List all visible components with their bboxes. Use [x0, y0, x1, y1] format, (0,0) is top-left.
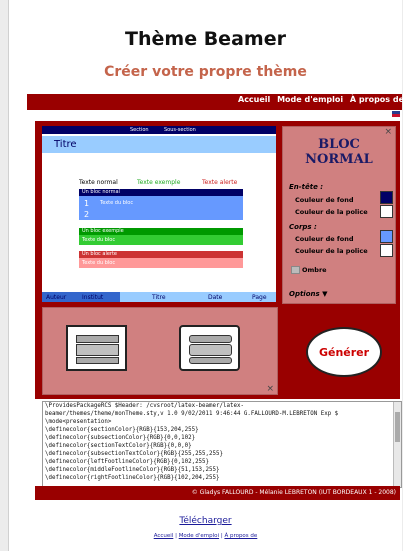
nav-bar: Accueil Mode d'emploi À propos de	[27, 94, 403, 110]
corps-bg-label: Couleur de fond	[295, 235, 354, 243]
preview-subsection: Sous-section	[164, 127, 196, 133]
preview-footline[interactable]: Auteur Institut Titre Date Page	[42, 292, 276, 302]
footline-page: Page	[252, 294, 267, 301]
entete-bg-label: Couleur de fond	[295, 196, 354, 204]
page-title: Thème Beamer	[125, 28, 286, 50]
code-line: \definecolor{rightFootlineColor}{RGB}{10…	[45, 475, 220, 481]
download-link[interactable]: Télécharger	[9, 516, 402, 526]
nav-item-mode-emploi[interactable]: Mode d'emploi	[277, 95, 343, 104]
corps-label: Corps :	[289, 223, 317, 231]
footer-link-accueil[interactable]: Accueil	[154, 533, 174, 539]
block-normal-item-text: Texte du bloc	[100, 200, 134, 206]
block-normal-item-number: 2	[84, 210, 90, 219]
generate-button[interactable]: Générer	[306, 327, 382, 377]
nav-item-accueil[interactable]: Accueil	[238, 95, 270, 104]
close-icon[interactable]: ×	[384, 127, 392, 137]
layout-bar	[189, 357, 232, 364]
bloc-panel-title: BLOC NORMAL	[283, 137, 395, 167]
bloc-title-line1: BLOC	[318, 137, 360, 152]
preview-text-alert[interactable]: Texte alerte	[202, 179, 237, 186]
credits-bar: © Gladys FALLOURD - Mélanie LEBRETON (IU…	[35, 486, 400, 500]
block-alert-header: Un bloc alerte	[79, 251, 243, 258]
shadow-label: Ombre	[302, 266, 327, 274]
footer-link-a-propos[interactable]: À propos de	[224, 533, 257, 539]
nav-item-a-propos[interactable]: À propos de	[350, 95, 403, 104]
entete-bg-swatch[interactable]	[380, 191, 393, 204]
footer-link-mode-emploi[interactable]: Mode d'emploi	[179, 533, 219, 539]
preview-section: Section	[130, 127, 149, 133]
corps-bg-swatch[interactable]	[380, 230, 393, 243]
code-line: \definecolor{subsectionTextColor}{RGB}{2…	[45, 451, 223, 457]
block-example-body: Texte du bloc	[79, 235, 243, 245]
code-line: \definecolor{sectionTextColor}{RGB}{0,0,…	[45, 443, 192, 449]
code-line: \definecolor{sectionColor}{RGB}{153,204,…	[45, 427, 199, 433]
page: Thème Beamer Créer votre propre thème Ac…	[8, 0, 403, 551]
page-subtitle: Créer votre propre thème	[104, 64, 307, 80]
code-line: beamer/themes/theme/monTheme.sty,v 1.0 9…	[45, 411, 339, 417]
preview-section-bar: Section Sous-section	[42, 126, 276, 134]
preview-block-normal[interactable]: Un bloc normal 1 Texte du bloc 2	[79, 189, 243, 220]
block-example-header: Un bloc exemple	[79, 228, 243, 235]
preview-block-example[interactable]: Un bloc exemple Texte du bloc	[79, 228, 243, 245]
layout-option-square[interactable]	[66, 325, 127, 371]
bloc-settings-panel: × BLOC NORMAL En-tête : Couleur de fond …	[282, 126, 396, 304]
preview-frame-title-text: Titre	[54, 139, 77, 150]
layout-bar	[189, 335, 232, 343]
bottom-links: Accueil | Mode d'emploi | À propos de	[153, 533, 258, 539]
layout-bar	[76, 344, 119, 356]
scrollbar-thumb[interactable]	[395, 412, 400, 442]
code-line: \mode<presentation>	[45, 419, 112, 425]
entete-font-swatch[interactable]	[380, 205, 393, 218]
slide-preview[interactable]: Section Sous-section Titre Texte normal …	[42, 126, 276, 302]
code-line: \ProvidesPackageRCS $Header: /cvsroot/la…	[45, 403, 244, 409]
preview-block-alert[interactable]: Un bloc alerte Texte du bloc	[79, 251, 243, 268]
layout-option-rounded[interactable]	[179, 325, 240, 371]
footline-title: Titre	[152, 294, 166, 301]
options-toggle[interactable]: Options ▼	[289, 290, 328, 298]
entete-font-label: Couleur de la police	[295, 208, 368, 216]
corps-font-swatch[interactable]	[380, 244, 393, 257]
entete-label: En-tête :	[289, 183, 324, 191]
footline-author: Auteur	[46, 294, 67, 301]
block-normal-item-number: 1	[84, 199, 90, 208]
layout-bar	[189, 344, 232, 356]
generated-code-textarea[interactable]: \ProvidesPackageRCS $Header: /cvsroot/la…	[42, 401, 402, 488]
block-normal-body: 1 Texte du bloc 2	[79, 196, 243, 220]
code-line: \definecolor{leftFootlineColor}{RGB}{0,1…	[45, 459, 210, 465]
footline-date: Date	[208, 294, 223, 301]
code-line: \definecolor{middleFootlineColor}{RGB}{5…	[45, 467, 220, 473]
preview-frame-title[interactable]: Titre	[42, 136, 276, 153]
preview-text-example[interactable]: Texte exemple	[137, 179, 180, 186]
layout-bar	[76, 357, 119, 364]
code-scrollbar[interactable]	[393, 402, 401, 487]
theme-editor: Section Sous-section Titre Texte normal …	[35, 121, 400, 399]
language-flag-icon[interactable]	[392, 111, 400, 117]
layout-panel: ×	[42, 307, 278, 395]
footline-institute: Institut	[82, 294, 104, 301]
credits-text: © Gladys FALLOURD - Mélanie LEBRETON (IU…	[191, 489, 396, 496]
block-normal-header: Un bloc normal	[79, 189, 243, 196]
code-line: \definecolor{subsectionColor}{RGB}{0,0,1…	[45, 435, 196, 441]
corps-font-label: Couleur de la police	[295, 247, 368, 255]
shadow-checkbox[interactable]	[291, 266, 300, 274]
layout-bar	[76, 335, 119, 343]
block-alert-body: Texte du bloc	[79, 258, 243, 268]
bloc-title-line2: NORMAL	[305, 152, 373, 167]
preview-text-normal[interactable]: Texte normal	[79, 179, 118, 186]
close-icon[interactable]: ×	[266, 384, 274, 394]
